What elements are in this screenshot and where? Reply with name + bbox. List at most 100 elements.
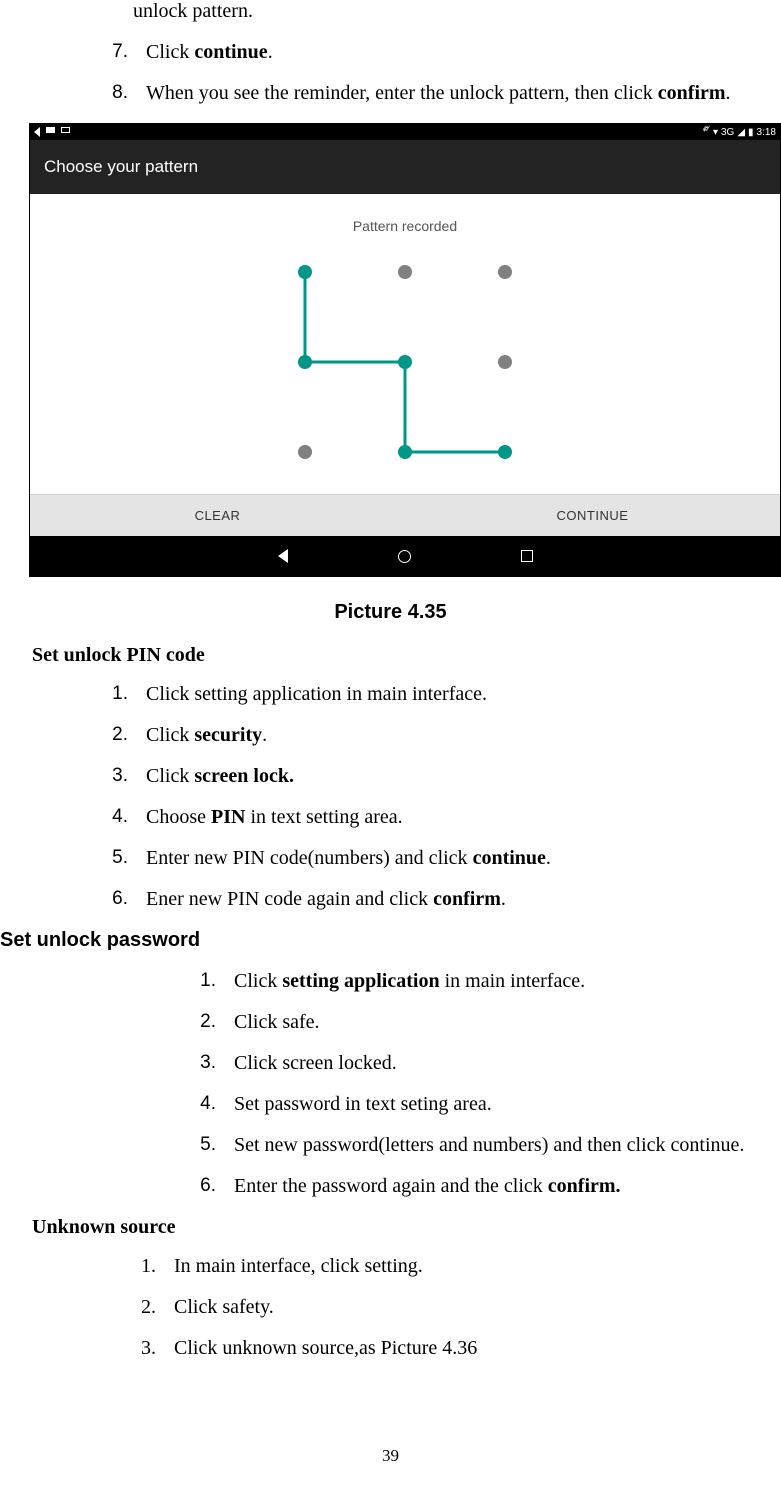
pattern-dot[interactable] bbox=[298, 355, 312, 369]
list-body: When you see the reminder, enter the unl… bbox=[146, 82, 781, 105]
text-fragment: unlock pattern. bbox=[133, 0, 781, 23]
list-body: Click safe. bbox=[234, 1011, 781, 1034]
list-item: 5. Enter new PIN code(numbers) and click… bbox=[88, 847, 781, 870]
list-number: 8. bbox=[88, 82, 128, 105]
list-number: 6. bbox=[88, 888, 128, 911]
list-item: 6. Enter the password again and the clic… bbox=[0, 1175, 781, 1198]
list-body: Click unknown source,as Picture 4.36 bbox=[174, 1337, 781, 1360]
text: in text setting area. bbox=[245, 806, 402, 828]
text-bold: continue bbox=[473, 847, 546, 869]
heading-pin: Set unlock PIN code bbox=[32, 644, 781, 667]
bluetooth-icon: ༗ bbox=[703, 118, 710, 146]
list-item: 4. Set password in text seting area. bbox=[0, 1093, 781, 1116]
text: Ener new PIN code again and click bbox=[146, 888, 433, 910]
mail-icon bbox=[46, 127, 55, 133]
android-nav-bar bbox=[30, 536, 780, 576]
list-number: 6. bbox=[176, 1175, 216, 1198]
list-body: Click screen locked. bbox=[234, 1052, 781, 1075]
heading-unknown: Unknown source bbox=[32, 1216, 781, 1239]
list-body: Set new password(letters and numbers) an… bbox=[234, 1134, 781, 1157]
network-label: 3G bbox=[721, 127, 734, 138]
list-number: 2. bbox=[88, 724, 128, 747]
text-bold: setting application bbox=[282, 970, 439, 992]
pattern-dot[interactable] bbox=[398, 355, 412, 369]
list-number: 4. bbox=[88, 806, 128, 829]
pattern-dot[interactable] bbox=[398, 445, 412, 459]
list-number: 5. bbox=[88, 847, 128, 870]
list-item: 3. Click screen lock. bbox=[88, 765, 781, 788]
signal-icon: ◢ bbox=[737, 127, 745, 138]
list-item: 3. Click screen locked. bbox=[0, 1052, 781, 1075]
list-body: Click continue. bbox=[146, 41, 781, 64]
notification-icon bbox=[61, 127, 70, 133]
heading-password: Set unlock password bbox=[0, 929, 781, 952]
status-bar: ༗ ▾ 3G ◢ ▮ 3:18 bbox=[30, 124, 780, 140]
figure-caption: Picture 4.35 bbox=[0, 601, 781, 624]
pattern-dot[interactable] bbox=[498, 355, 512, 369]
list-number: 2. bbox=[176, 1011, 216, 1034]
wifi-icon: ▾ bbox=[713, 127, 718, 138]
pattern-grid[interactable] bbox=[265, 252, 545, 472]
text: Enter new PIN code(numbers) and click bbox=[146, 847, 473, 869]
clear-button[interactable]: CLEAR bbox=[30, 495, 405, 536]
list-body: Click security. bbox=[146, 724, 781, 747]
text: When you see the reminder, enter the unl… bbox=[146, 82, 658, 104]
text-bold: confirm bbox=[433, 888, 501, 910]
text: Enter the password again and the click bbox=[234, 1175, 548, 1197]
clock: 3:18 bbox=[757, 127, 776, 138]
list-item: 7. Click continue. bbox=[0, 41, 781, 64]
text-bold: PIN bbox=[211, 806, 245, 828]
list-number: 2. bbox=[116, 1296, 156, 1319]
text-bold: confirm. bbox=[548, 1175, 621, 1197]
list-item: 2. Click safety. bbox=[0, 1296, 781, 1319]
text-bold: confirm bbox=[658, 82, 726, 104]
list-number: 7. bbox=[88, 41, 128, 64]
list-number: 1. bbox=[116, 1255, 156, 1278]
status-left bbox=[34, 127, 70, 137]
list-item: 1. Click setting application in main int… bbox=[0, 970, 781, 993]
text: . bbox=[546, 847, 551, 869]
pattern-dot[interactable] bbox=[298, 445, 312, 459]
list-body: Set password in text seting area. bbox=[234, 1093, 781, 1116]
text: Click bbox=[146, 765, 194, 787]
pattern-dot[interactable] bbox=[398, 265, 412, 279]
list-body: Click screen lock. bbox=[146, 765, 781, 788]
list-item: 3. Click unknown source,as Picture 4.36 bbox=[0, 1337, 781, 1360]
button-row: CLEAR CONTINUE bbox=[30, 494, 780, 536]
list-body: Enter new PIN code(numbers) and click co… bbox=[146, 847, 781, 870]
list-item: 1. In main interface, click setting. bbox=[0, 1255, 781, 1278]
list-number: 4. bbox=[176, 1093, 216, 1116]
list-body: Choose PIN in text setting area. bbox=[146, 806, 781, 829]
text: Click bbox=[234, 970, 282, 992]
list-number: 3. bbox=[176, 1052, 216, 1075]
list-number: 3. bbox=[88, 765, 128, 788]
list-number: 1. bbox=[88, 683, 128, 706]
nav-home-icon[interactable] bbox=[398, 550, 411, 563]
pattern-dot[interactable] bbox=[498, 445, 512, 459]
list-item: 2. Click safe. bbox=[0, 1011, 781, 1034]
text: . bbox=[501, 888, 506, 910]
text: Click bbox=[146, 41, 194, 63]
screenshot-figure: ༗ ▾ 3G ◢ ▮ 3:18 Choose your pattern Patt… bbox=[29, 123, 781, 577]
page-number: 39 bbox=[0, 1446, 781, 1466]
pattern-area: Pattern recorded bbox=[30, 194, 780, 494]
list-item: 4. Choose PIN in text setting area. bbox=[88, 806, 781, 829]
back-arrow-icon bbox=[34, 127, 40, 137]
text: . bbox=[268, 41, 273, 63]
list-item: 2. Click security. bbox=[88, 724, 781, 747]
list-number: 3. bbox=[116, 1337, 156, 1360]
pattern-status-label: Pattern recorded bbox=[30, 218, 780, 234]
status-right: ༗ ▾ 3G ◢ ▮ 3:18 bbox=[703, 118, 776, 146]
pattern-dot[interactable] bbox=[498, 265, 512, 279]
nav-recent-icon[interactable] bbox=[521, 550, 533, 562]
nav-back-icon[interactable] bbox=[278, 549, 288, 563]
list-item: 5. Set new password(letters and numbers)… bbox=[0, 1134, 781, 1157]
text: Choose bbox=[146, 806, 211, 828]
continue-button[interactable]: CONTINUE bbox=[405, 495, 780, 536]
text: in main interface. bbox=[440, 970, 586, 992]
pattern-dot[interactable] bbox=[298, 265, 312, 279]
list-item: 8. When you see the reminder, enter the … bbox=[0, 82, 781, 105]
list-body: Enter the password again and the click c… bbox=[234, 1175, 781, 1198]
text-bold: continue bbox=[194, 41, 267, 63]
battery-icon: ▮ bbox=[748, 127, 754, 138]
